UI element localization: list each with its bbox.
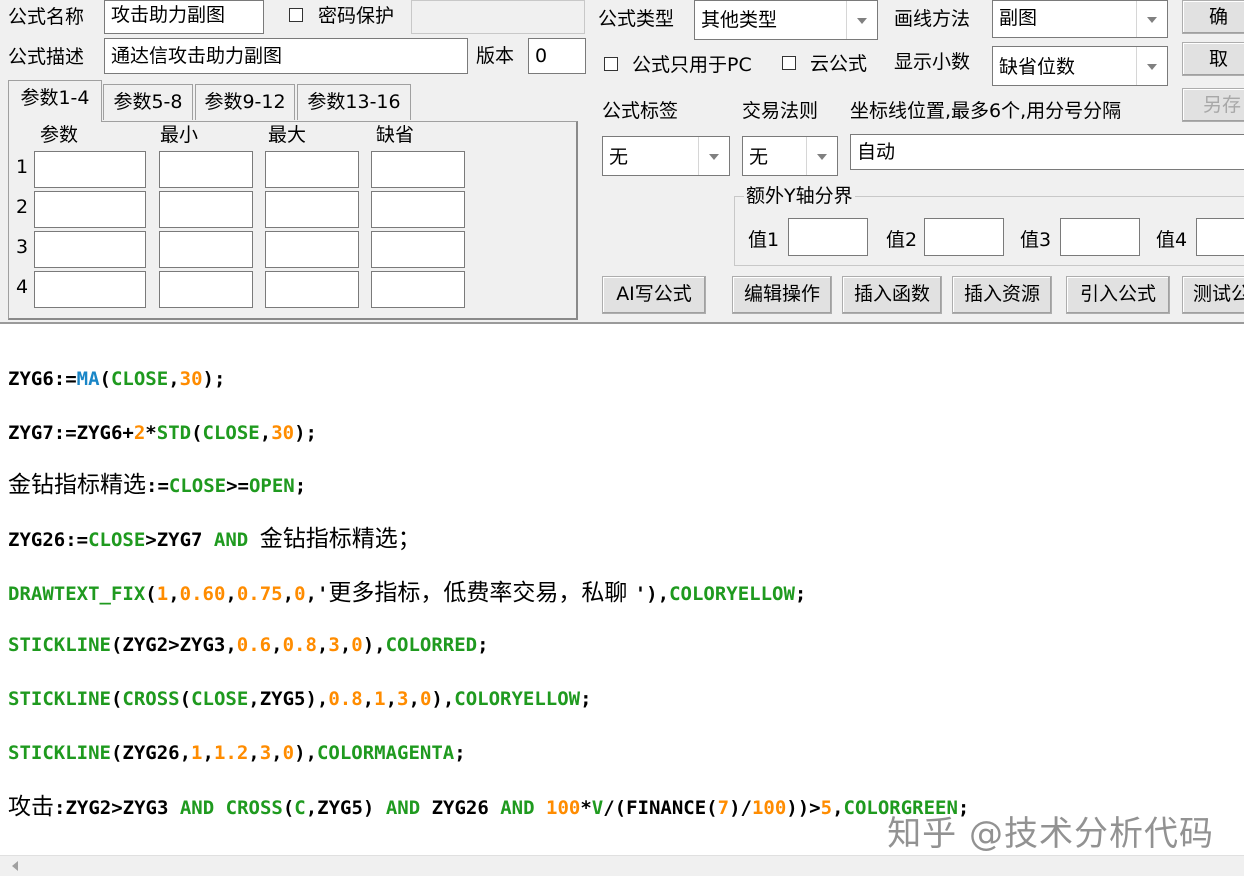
chevron-down-icon bbox=[698, 137, 729, 175]
save-as-button[interactable]: 另存 bbox=[1182, 88, 1244, 122]
param-default-input[interactable] bbox=[371, 151, 465, 188]
formula-name-input[interactable]: 攻击助力副图 bbox=[104, 0, 264, 34]
formula-desc-label: 公式描述 bbox=[8, 46, 85, 68]
ai-write-formula-button[interactable]: AI写公式 bbox=[602, 276, 706, 314]
param-min-input[interactable] bbox=[159, 151, 253, 188]
cancel-button[interactable]: 取 bbox=[1182, 42, 1244, 76]
value4-input[interactable] bbox=[1196, 218, 1244, 256]
confirm-button[interactable]: 确 bbox=[1182, 0, 1244, 34]
param-name-input[interactable] bbox=[34, 231, 146, 268]
value1-label: 值1 bbox=[748, 229, 780, 251]
pc-only-checkbox[interactable] bbox=[604, 57, 618, 71]
value2-input[interactable] bbox=[924, 218, 1004, 256]
password-checkbox[interactable] bbox=[289, 8, 303, 22]
row-number: 4 bbox=[16, 276, 29, 298]
code-editor[interactable]: ZYG6:=MA(CLOSE,30); ZYG7:=ZYG6+2*STD(CLO… bbox=[0, 322, 1244, 876]
value1-input[interactable] bbox=[788, 218, 868, 256]
column-header-max: 最大 bbox=[268, 124, 307, 146]
draw-method-label: 画线方法 bbox=[894, 8, 971, 30]
param-default-input[interactable] bbox=[371, 271, 465, 308]
trade-rule-label: 交易法则 bbox=[742, 100, 819, 122]
header-empty-box bbox=[411, 0, 585, 34]
param-max-input[interactable] bbox=[265, 191, 359, 228]
tab-params-1-4[interactable]: 参数1-4 bbox=[8, 80, 102, 122]
edit-operation-button[interactable]: 编辑操作 bbox=[732, 276, 832, 314]
formula-type-select[interactable]: 其他类型 bbox=[694, 0, 878, 40]
value4-label: 值4 bbox=[1156, 229, 1188, 251]
decimals-label: 显示小数 bbox=[894, 51, 971, 73]
insert-resource-button[interactable]: 插入资源 bbox=[952, 276, 1052, 314]
param-max-input[interactable] bbox=[265, 231, 359, 268]
param-min-input[interactable] bbox=[159, 271, 253, 308]
formula-type-label: 公式类型 bbox=[598, 8, 675, 30]
axis-position-input[interactable]: 自动 bbox=[850, 134, 1244, 170]
decimals-value: 缺省位数 bbox=[999, 56, 1076, 78]
password-checkbox-label: 密码保护 bbox=[318, 5, 395, 27]
code-line: STICKLINE(CROSS(CLOSE,ZYG5),0.8,1,3,0),C… bbox=[8, 688, 592, 710]
code-line: 金钻指标精选:=CLOSE>=OPEN; bbox=[8, 472, 307, 498]
version-input[interactable]: 0 bbox=[528, 38, 586, 74]
param-name-input[interactable] bbox=[34, 151, 146, 188]
code-line: 攻击:ZYG2>ZYG3 AND CROSS(C,ZYG5) AND ZYG26… bbox=[8, 794, 970, 820]
param-default-input[interactable] bbox=[371, 231, 465, 268]
decimals-select[interactable]: 缺省位数 bbox=[992, 46, 1168, 86]
row-number: 3 bbox=[16, 236, 29, 258]
column-header-param: 参数 bbox=[40, 124, 79, 146]
scroll-left-icon[interactable] bbox=[12, 861, 18, 871]
insert-function-button[interactable]: 插入函数 bbox=[842, 276, 942, 314]
tag-select[interactable]: 无 bbox=[602, 136, 730, 176]
tag-value: 无 bbox=[609, 146, 629, 168]
tag-label: 公式标签 bbox=[602, 100, 679, 122]
value3-input[interactable] bbox=[1060, 218, 1140, 256]
tab-params-9-12[interactable]: 参数9-12 bbox=[195, 84, 295, 120]
draw-method-select[interactable]: 副图 bbox=[992, 0, 1168, 38]
column-header-min: 最小 bbox=[160, 124, 199, 146]
cloud-formula-label: 云公式 bbox=[810, 53, 868, 75]
chevron-down-icon bbox=[846, 1, 877, 39]
chevron-down-icon bbox=[806, 137, 837, 175]
column-header-default: 缺省 bbox=[376, 124, 415, 146]
row-number: 2 bbox=[16, 196, 29, 218]
code-line: STICKLINE(ZYG26,1,1.2,3,0),COLORMAGENTA; bbox=[8, 742, 466, 764]
chevron-down-icon bbox=[1136, 1, 1167, 37]
version-label: 版本 bbox=[476, 45, 515, 67]
extra-y-label: 额外Y轴分界 bbox=[744, 185, 855, 207]
row-number: 1 bbox=[16, 156, 29, 178]
cloud-formula-checkbox[interactable] bbox=[782, 56, 796, 70]
formula-name-label: 公式名称 bbox=[8, 6, 85, 28]
param-min-input[interactable] bbox=[159, 191, 253, 228]
trade-rule-select[interactable]: 无 bbox=[742, 136, 838, 176]
horizontal-scrollbar[interactable] bbox=[0, 855, 1244, 876]
param-name-input[interactable] bbox=[34, 191, 146, 228]
formula-desc-input[interactable]: 通达信攻击助力副图 bbox=[104, 38, 468, 74]
param-min-input[interactable] bbox=[159, 231, 253, 268]
chevron-down-icon bbox=[1136, 47, 1167, 85]
pc-only-label: 公式只用于PC bbox=[632, 54, 752, 76]
param-default-input[interactable] bbox=[371, 191, 465, 228]
formula-type-value: 其他类型 bbox=[701, 9, 778, 31]
code-line: DRAWTEXT_FIX(1,0.60,0.75,0,'更多指标，低费率交易，私… bbox=[8, 580, 807, 606]
param-name-input[interactable] bbox=[34, 271, 146, 308]
tab-params-5-8[interactable]: 参数5-8 bbox=[103, 84, 193, 120]
code-line: STICKLINE(ZYG2>ZYG3,0.6,0.8,3,0),COLORRE… bbox=[8, 634, 489, 656]
draw-method-value: 副图 bbox=[999, 7, 1038, 29]
import-formula-button[interactable]: 引入公式 bbox=[1066, 276, 1170, 314]
watermark: 知乎 @技术分析代码 bbox=[887, 814, 1214, 854]
value2-label: 值2 bbox=[886, 229, 918, 251]
param-max-input[interactable] bbox=[265, 271, 359, 308]
tab-params-13-16[interactable]: 参数13-16 bbox=[297, 84, 411, 120]
test-formula-button[interactable]: 测试公 bbox=[1182, 276, 1244, 314]
code-line: ZYG26:=CLOSE>ZYG7 AND 金钻指标精选； bbox=[8, 526, 421, 552]
code-line: ZYG7:=ZYG6+2*STD(CLOSE,30); bbox=[8, 422, 317, 444]
axis-position-label: 坐标线位置,最多6个,用分号分隔 bbox=[850, 100, 1122, 122]
value3-label: 值3 bbox=[1020, 229, 1052, 251]
trade-rule-value: 无 bbox=[749, 146, 769, 168]
code-line: ZYG6:=MA(CLOSE,30); bbox=[8, 368, 226, 390]
param-max-input[interactable] bbox=[265, 151, 359, 188]
